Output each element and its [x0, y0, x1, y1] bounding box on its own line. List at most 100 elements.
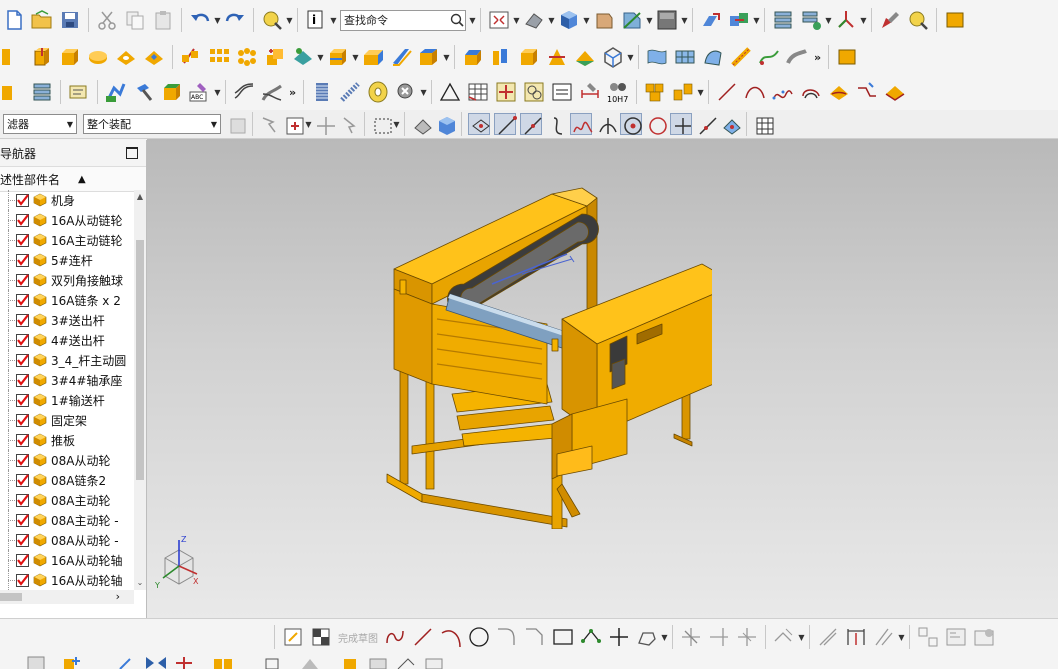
tree-row[interactable]: 3#4#轴承座 [0, 370, 134, 390]
face-edge-icon[interactable] [592, 8, 616, 32]
tree-row[interactable]: 1#输送杆 [0, 390, 134, 410]
tree-row[interactable]: 固定架 [0, 410, 134, 430]
tree-row[interactable]: 16A从动链轮 [0, 210, 134, 230]
add-existing-icon[interactable] [60, 655, 84, 669]
spring-icon[interactable] [310, 80, 334, 104]
scrollbar-thumb[interactable] [0, 593, 22, 601]
select-body-icon[interactable] [435, 114, 455, 135]
snap-quadrant-icon[interactable] [646, 114, 667, 135]
sketch-line-icon[interactable] [411, 625, 435, 649]
product-interface-icon[interactable] [422, 655, 446, 669]
clip-view-icon[interactable] [620, 8, 644, 32]
alternate-solution-icon[interactable] [972, 625, 996, 649]
coil-icon[interactable] [338, 80, 362, 104]
table-icon[interactable] [466, 80, 490, 104]
assembly-constraint-icon[interactable] [727, 8, 751, 32]
select-all-icon[interactable] [259, 114, 279, 134]
block-icon[interactable] [58, 45, 82, 69]
line-icon[interactable] [715, 80, 739, 104]
join-curve-icon[interactable] [883, 80, 907, 104]
constraint-icon[interactable] [872, 625, 896, 649]
wcs-icon[interactable] [834, 8, 858, 32]
tree-row[interactable]: 16A从动轮轴 [0, 570, 134, 590]
rectangle-icon[interactable] [551, 625, 575, 649]
background-icon[interactable] [655, 8, 679, 32]
annotation-icon[interactable] [67, 80, 91, 104]
grid-icon[interactable] [753, 114, 774, 135]
command-search-input[interactable]: 查找命令 [340, 9, 466, 31]
redo-icon[interactable] [223, 8, 247, 32]
wave-link-icon[interactable] [104, 80, 128, 104]
overflow-chevron[interactable]: » [289, 86, 296, 99]
profile-icon[interactable] [383, 625, 407, 649]
visibility-checkbox[interactable] [16, 353, 29, 367]
dropdown-icon[interactable]: ▼ [753, 8, 760, 32]
tolerance-icon[interactable]: 10H7 [606, 80, 630, 104]
tree-row[interactable]: 16A链条 x 2 [0, 290, 134, 310]
material-icon[interactable] [835, 45, 859, 69]
extrude-icon[interactable] [30, 45, 54, 69]
move-cursor-icon[interactable] [314, 114, 335, 135]
trim-body-icon[interactable] [517, 45, 541, 69]
visibility-checkbox[interactable] [16, 313, 29, 327]
polygon-icon[interactable] [579, 625, 603, 649]
dropdown-icon[interactable]: ▼ [286, 8, 293, 32]
material-icon[interactable] [943, 8, 967, 32]
harness-icon[interactable] [394, 655, 418, 669]
snap-endpoint-icon[interactable] [468, 113, 490, 135]
snap-point-on-face-icon[interactable] [720, 114, 741, 135]
project-curve-icon[interactable] [827, 80, 851, 104]
visibility-checkbox[interactable] [16, 293, 29, 307]
bridge-curve-icon[interactable] [855, 80, 879, 104]
weld-icon[interactable] [338, 655, 362, 669]
constraint-navigator-icon[interactable] [172, 655, 196, 669]
visibility-checkbox[interactable] [16, 193, 29, 207]
add-component-icon[interactable] [160, 80, 184, 104]
selection-scope-select[interactable]: 整个装配 ▼ [83, 114, 221, 134]
tree-row[interactable]: 16A主动链轮 [0, 230, 134, 250]
pocket-icon[interactable] [142, 45, 166, 69]
visibility-checkbox[interactable] [16, 233, 29, 247]
sketch-task-icon[interactable] [281, 625, 305, 649]
maximize-icon[interactable] [126, 147, 138, 159]
snap-point-on-curve-icon[interactable] [696, 114, 717, 135]
scroll-up-icon[interactable]: ▲ [134, 190, 146, 204]
component-array-icon[interactable] [671, 80, 695, 104]
note-icon[interactable] [550, 80, 574, 104]
tree-row[interactable]: 08A从动轮 - [0, 530, 134, 550]
text-style-icon[interactable]: ABC [188, 80, 212, 104]
visibility-checkbox[interactable] [16, 253, 29, 267]
visibility-checkbox[interactable] [16, 273, 29, 287]
mesh-surface-icon[interactable] [673, 45, 697, 69]
cylinder-icon[interactable] [86, 45, 110, 69]
tree-row[interactable]: 5#连杆 [0, 250, 134, 270]
paste-icon[interactable] [151, 8, 175, 32]
shell-icon[interactable] [389, 45, 413, 69]
mirror-assembly-icon[interactable] [144, 655, 168, 669]
thicken-icon[interactable] [489, 45, 513, 69]
visibility-checkbox[interactable] [16, 573, 29, 587]
gear-tool-icon[interactable] [394, 80, 418, 104]
fillet-icon[interactable] [495, 625, 519, 649]
save-icon[interactable] [58, 8, 82, 32]
dropdown-icon[interactable]: ▼ [898, 625, 905, 649]
tree-row[interactable]: 16A从动轮轴 [0, 550, 134, 570]
sort-ascending-icon[interactable]: ▲ [78, 174, 86, 185]
dropdown-icon[interactable]: ▼ [661, 625, 668, 649]
dropdown-icon[interactable]: ▼ [513, 8, 520, 32]
machine-assembly-model[interactable] [382, 184, 712, 529]
undo-dropdown-icon[interactable]: ▼ [214, 8, 221, 32]
dropdown-icon[interactable]: ▼ [697, 80, 704, 104]
tree-row[interactable]: 08A链条2 [0, 470, 134, 490]
filter-settings-icon[interactable] [226, 114, 246, 134]
finish-sketch-label[interactable]: 完成草图 [338, 630, 378, 645]
visibility-checkbox[interactable] [16, 373, 29, 387]
component-icon[interactable] [24, 655, 48, 669]
studio-surface-icon[interactable] [701, 45, 725, 69]
shaded-cube-icon[interactable] [557, 8, 581, 32]
snap-midpoint-icon[interactable] [520, 113, 542, 135]
boolean-icon[interactable] [291, 45, 315, 69]
swoop-icon[interactable] [785, 45, 809, 69]
snap-arc-center-icon[interactable] [620, 113, 642, 135]
visibility-checkbox[interactable] [16, 393, 29, 407]
